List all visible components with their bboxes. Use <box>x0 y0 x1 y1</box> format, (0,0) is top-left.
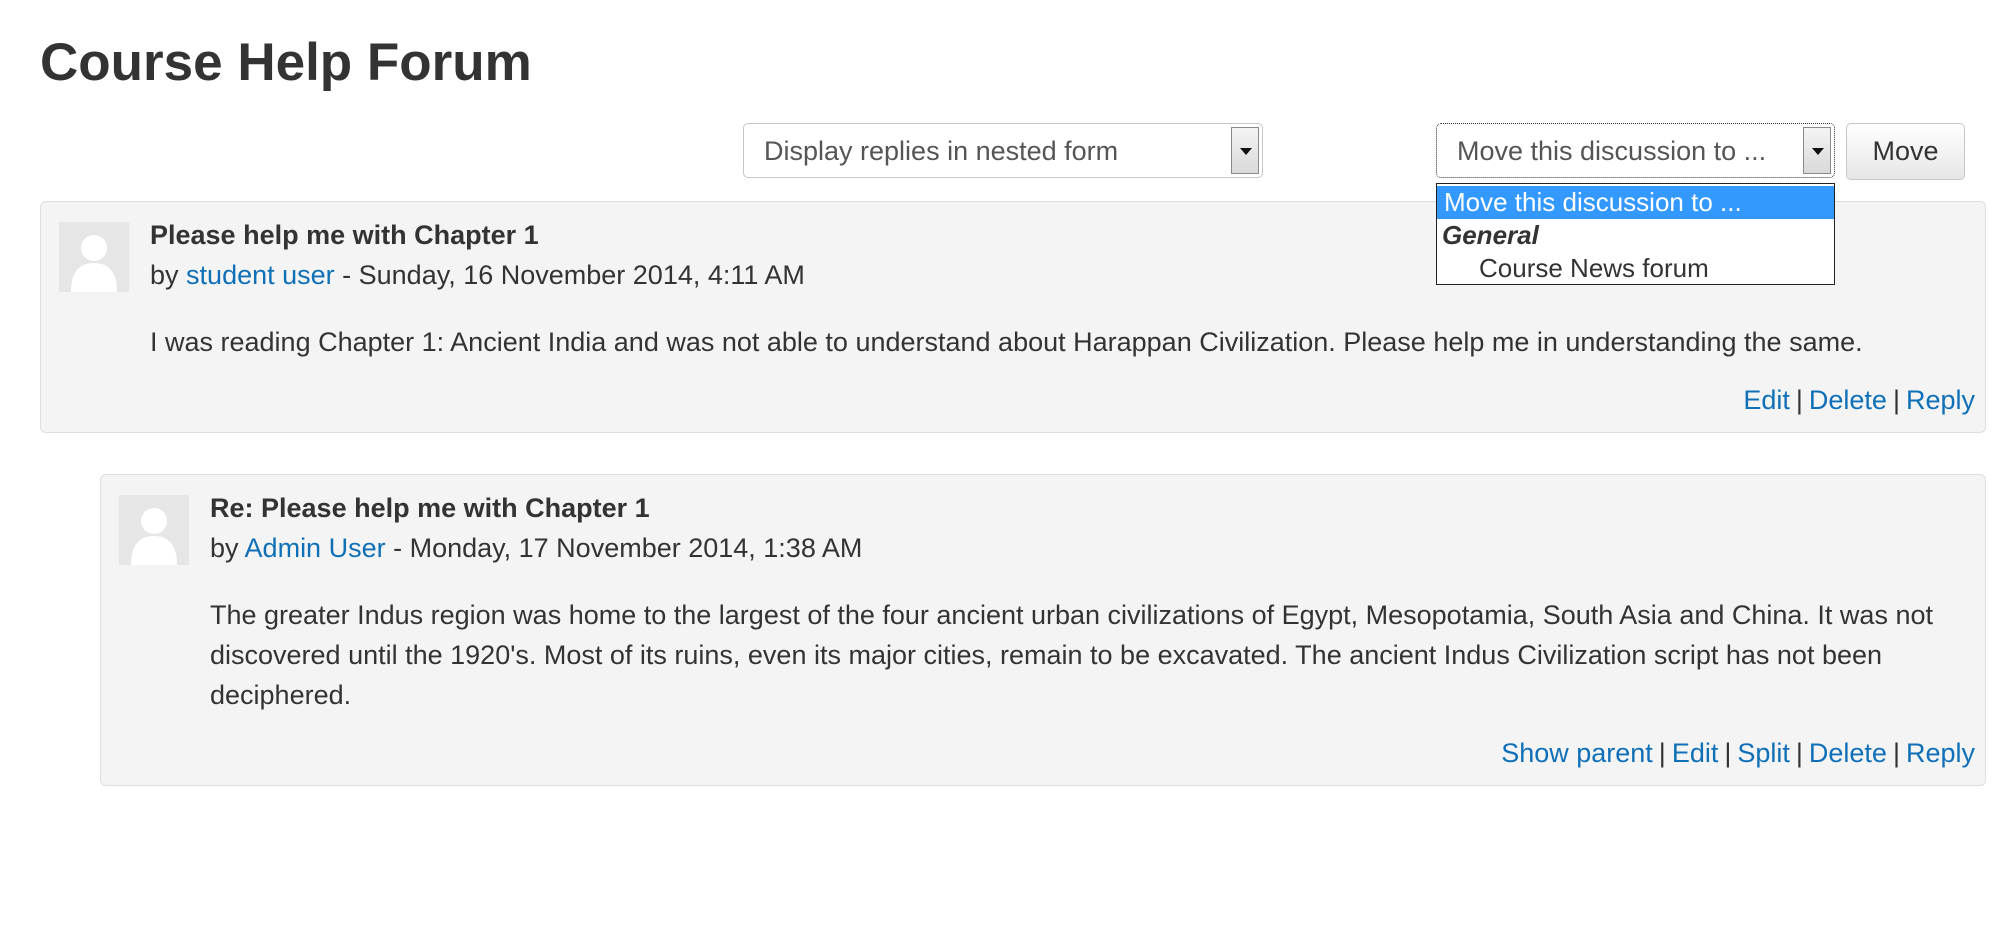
separator: | <box>1658 738 1666 768</box>
chevron-down-icon[interactable] <box>1803 127 1831 174</box>
by-label: by <box>150 260 179 290</box>
default-user-avatar-icon[interactable] <box>119 495 189 565</box>
author-link[interactable]: student user <box>186 260 335 290</box>
post-date: - Monday, 17 November 2014, 1:38 AM <box>385 533 863 563</box>
edit-link[interactable]: Edit <box>1672 738 1719 768</box>
separator: | <box>1724 738 1732 768</box>
display-mode-select[interactable]: Display replies in nested form <box>743 123 1263 178</box>
move-button[interactable]: Move <box>1846 123 1965 180</box>
chevron-down-icon[interactable] <box>1231 127 1259 174</box>
post-author-line: by student user - Sunday, 16 November 20… <box>150 260 805 291</box>
dropdown-option-placeholder[interactable]: Move this discussion to ... <box>1437 186 1834 219</box>
post-commands: Show parent | Edit | Split | Delete | Reply <box>1501 738 1975 769</box>
separator: | <box>1795 738 1803 768</box>
move-discussion-dropdown: Move this discussion to ... General Cour… <box>1436 183 1835 285</box>
show-parent-link[interactable]: Show parent <box>1501 738 1653 768</box>
reply-link[interactable]: Reply <box>1906 738 1975 768</box>
reply-link[interactable]: Reply <box>1906 385 1975 415</box>
split-link[interactable]: Split <box>1737 738 1790 768</box>
separator: | <box>1795 385 1803 415</box>
post-subject: Please help me with Chapter 1 <box>150 220 539 250</box>
edit-link[interactable]: Edit <box>1743 385 1790 415</box>
author-link[interactable]: Admin User <box>245 533 386 563</box>
post-commands: Edit | Delete | Reply <box>1743 385 1975 416</box>
page-title: Course Help Forum <box>40 33 532 92</box>
post-author-line: by Admin User - Monday, 17 November 2014… <box>210 533 862 564</box>
by-label: by <box>210 533 239 563</box>
forum-post-reply: Re: Please help me with Chapter 1 by Adm… <box>100 474 1986 786</box>
delete-link[interactable]: Delete <box>1809 738 1887 768</box>
display-mode-selected: Display replies in nested form <box>764 136 1119 166</box>
separator: | <box>1892 738 1900 768</box>
post-date: - Sunday, 16 November 2014, 4:11 AM <box>334 260 805 290</box>
separator: | <box>1892 385 1900 415</box>
post-message: The greater Indus region was home to the… <box>210 600 1933 710</box>
post-subject: Re: Please help me with Chapter 1 <box>210 493 650 523</box>
delete-link[interactable]: Delete <box>1809 385 1887 415</box>
dropdown-option-course-news-forum[interactable]: Course News forum <box>1437 252 1834 285</box>
dropdown-group-label: General <box>1442 220 1539 250</box>
post-message: I was reading Chapter 1: Ancient India a… <box>150 327 1863 357</box>
move-discussion-selected: Move this discussion to ... <box>1457 136 1767 166</box>
move-discussion-select[interactable]: Move this discussion to ... <box>1436 123 1835 178</box>
default-user-avatar-icon[interactable] <box>59 222 129 292</box>
